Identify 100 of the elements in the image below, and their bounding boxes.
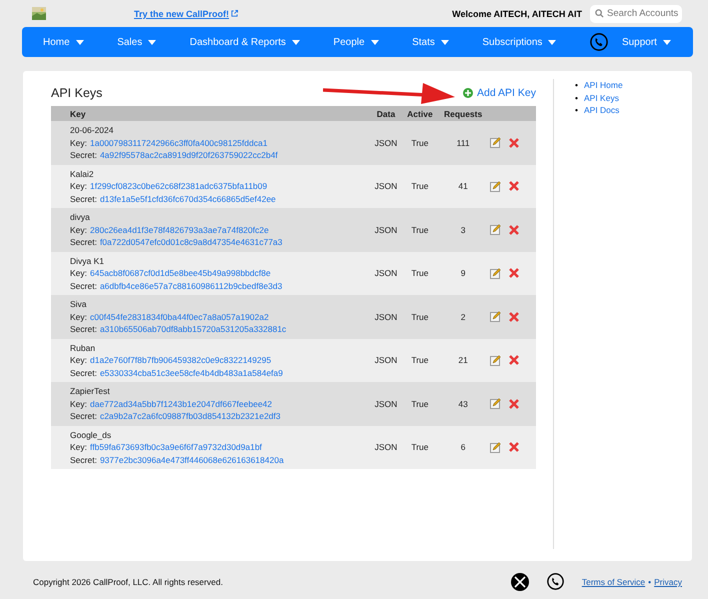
api-key-value[interactable]: 1a0007983117242966c3ff0fa400c98125fddca1: [90, 136, 268, 149]
requests-cell: 111: [437, 121, 489, 164]
nav-menu[interactable]: Home: [43, 36, 84, 48]
secret-value[interactable]: 9377e2bc3096a4e473ff446068e626163618420a: [100, 454, 284, 466]
requests-cell: 2: [437, 295, 489, 338]
nav-menu[interactable]: Support: [622, 36, 671, 48]
edit-icon[interactable]: [490, 268, 501, 279]
data-format-cell: JSON: [369, 208, 403, 252]
nav-menu[interactable]: Subscriptions: [482, 36, 556, 48]
active-cell: True: [402, 426, 438, 469]
key-label: Key:: [70, 136, 88, 149]
phone-icon[interactable]: [546, 573, 564, 590]
delete-icon[interactable]: [509, 268, 519, 278]
active-cell: True: [402, 208, 438, 252]
requests-cell: 6: [437, 426, 489, 469]
data-format-cell: JSON: [369, 252, 403, 295]
column-header: Data: [369, 106, 403, 121]
edit-icon[interactable]: [490, 137, 501, 148]
secret-label: Secret:: [70, 454, 97, 466]
caret-icon: [148, 40, 156, 44]
delete-icon[interactable]: [509, 181, 519, 192]
secret-value[interactable]: f0a722d0547efc0d01c8c9a8d47354e4631c77a3: [100, 236, 282, 248]
logo-icon[interactable]: [32, 7, 46, 20]
separator-dot: •: [648, 577, 652, 587]
page-title: API Keys: [51, 86, 102, 100]
key-name: divya: [70, 211, 90, 224]
secret-label: Secret:: [70, 149, 97, 162]
edit-icon[interactable]: [490, 354, 501, 366]
sidebar-link[interactable]: API Home: [584, 79, 623, 92]
caret-icon: [440, 40, 449, 44]
delete-icon[interactable]: [509, 312, 519, 322]
api-key-value[interactable]: 280c26ea4d1f3e78f4826793a3ae7a74f820fc2e: [90, 224, 269, 236]
caret-icon: [292, 40, 300, 44]
key-label: Key:: [70, 354, 88, 366]
requests-cell: 43: [437, 382, 489, 426]
api-key-value[interactable]: d1a2e760f7f8b7fb906459382c0e9c8322149295: [90, 354, 272, 366]
data-format-cell: JSON: [369, 382, 403, 426]
delete-icon[interactable]: [509, 138, 519, 148]
api-key-value[interactable]: ffb59fa673693fb0c3a9e6f6f7a9732d30d9a1bf: [90, 441, 262, 454]
requests-cell: 9: [437, 252, 489, 295]
privacy-link[interactable]: Privacy: [654, 577, 682, 587]
key-label: Key:: [70, 180, 88, 192]
secret-value[interactable]: c2a9b2a7c2a6fc09887fb03d854132b2321e2df3: [100, 410, 281, 422]
secret-value[interactable]: d13fe1a5e5f1cfd36fc670d354c66865d5ef42ee: [100, 192, 276, 205]
edit-icon[interactable]: [490, 311, 501, 322]
nav-menu[interactable]: Stats: [412, 36, 449, 48]
data-format-cell: JSON: [369, 426, 403, 469]
promo-link[interactable]: Try the new CallProof!: [134, 8, 238, 18]
requests-cell: 3: [437, 208, 489, 252]
edit-icon[interactable]: [490, 224, 501, 236]
secret-value[interactable]: a310b65506ab70df8abb15720a531205a332881c: [100, 323, 286, 336]
terms-link[interactable]: Terms of Service: [582, 577, 646, 587]
data-format-cell: JSON: [369, 121, 403, 164]
delete-icon[interactable]: [509, 442, 519, 452]
key-label: Key:: [70, 398, 88, 410]
add-api-key-link[interactable]: Add API Key: [463, 86, 536, 98]
caret-icon: [370, 40, 379, 44]
secret-label: Secret:: [70, 192, 97, 205]
key-name: Google_ds: [70, 428, 112, 441]
edit-icon[interactable]: [490, 180, 501, 192]
column-header: Active: [402, 106, 438, 121]
data-format-cell: JSON: [369, 295, 403, 338]
key-name: 20-06-2024: [70, 124, 114, 136]
caret-icon: [548, 40, 556, 44]
api-key-value[interactable]: dae772ad34a5bb7f1243b1e2047df667feebee42: [90, 398, 272, 410]
key-name: Ruban: [70, 342, 96, 354]
tools-icon[interactable]: [510, 573, 529, 591]
sidebar-link[interactable]: API Docs: [584, 104, 620, 116]
nav-menu[interactable]: Dashboard & Reports: [190, 36, 300, 48]
active-cell: True: [402, 164, 438, 208]
delete-icon[interactable]: [509, 224, 519, 235]
secret-label: Secret:: [70, 366, 97, 379]
active-cell: True: [402, 121, 438, 164]
api-key-value[interactable]: c00f454fe2831834f0ba44f0ec7a8a057a1902a2: [90, 310, 269, 323]
active-cell: True: [402, 338, 438, 382]
nav-menu[interactable]: People: [333, 36, 379, 48]
nav-menu[interactable]: Sales: [117, 36, 156, 48]
plus-icon: [463, 88, 474, 98]
external-link-icon: [231, 10, 238, 17]
search-field[interactable]: Search Accounts: [590, 4, 682, 22]
sidebar-link[interactable]: API Keys: [584, 92, 619, 104]
secret-value[interactable]: 4a92f95578ac2ca8919d9f20f263759022cc2b4f: [100, 149, 278, 162]
key-name: Kalai2: [70, 168, 94, 180]
delete-icon[interactable]: [509, 398, 519, 409]
bullet: •: [575, 104, 578, 116]
secret-label: Secret:: [70, 323, 97, 336]
column-header: Key: [51, 106, 370, 121]
api-key-value[interactable]: 645acb8f0687cf0d1d5e8bee45b49a998bbdcf8e: [90, 267, 271, 280]
welcome-text: Welcome AITECH, AITECH AIT: [452, 8, 582, 18]
key-label: Key:: [70, 441, 88, 454]
edit-icon[interactable]: [490, 442, 501, 453]
edit-icon[interactable]: [490, 398, 501, 410]
delete-icon[interactable]: [509, 355, 519, 366]
search-icon: [595, 9, 604, 18]
api-key-value[interactable]: 1f299cf0823c0be62c68f2381adc6375bfa11b09: [90, 180, 268, 192]
data-format-cell: JSON: [369, 338, 403, 382]
secret-value[interactable]: a6dbfb4ce86e57a7c88160986112b9cbedf8e3d3: [100, 280, 282, 292]
data-format-cell: JSON: [369, 164, 403, 208]
secret-value[interactable]: e5330334cba51c3ee58cfe4b4db483a1a584efa9: [100, 366, 283, 379]
requests-cell: 21: [437, 338, 489, 382]
